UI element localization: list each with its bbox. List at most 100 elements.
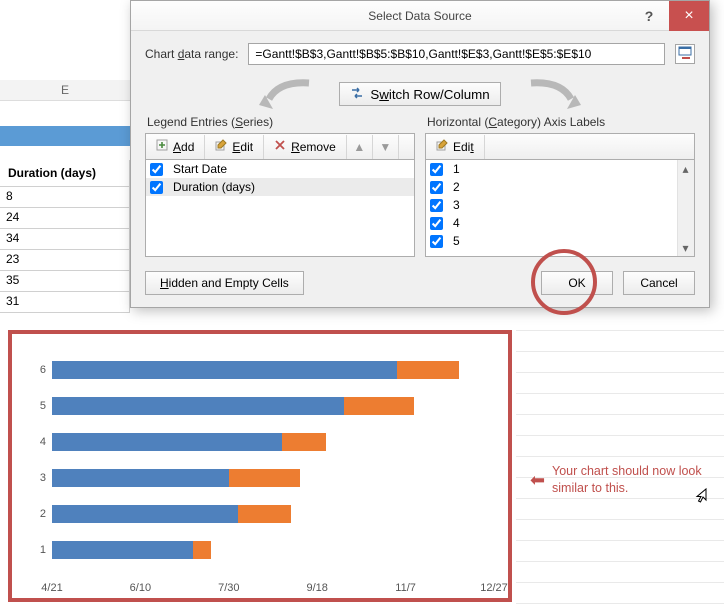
switch-label: Switch Row/Column <box>370 87 489 102</box>
series-label: Duration (days) <box>173 180 255 194</box>
bar-row <box>52 397 494 415</box>
btn-text: Edit <box>232 140 253 154</box>
axis-checkbox[interactable] <box>430 235 443 248</box>
edit-icon <box>436 139 448 154</box>
cell: 34 <box>0 228 130 250</box>
series-item[interactable]: Duration (days) <box>146 178 414 196</box>
series-listbox[interactable]: Start Date Duration (days) <box>145 159 415 257</box>
switch-row-column-button[interactable]: Switch Row/Column <box>339 82 500 106</box>
range-picker-button[interactable] <box>675 44 695 64</box>
x-tick-label: 4/21 <box>41 582 62 594</box>
x-tick-label: 11/7 <box>395 582 416 594</box>
data-range-label: Chart data range: <box>145 47 238 61</box>
move-down-button[interactable]: ▼ <box>373 135 399 159</box>
edit-icon <box>215 139 227 154</box>
btn-text: Edit <box>453 140 474 154</box>
scroll-up-icon[interactable]: ▴ <box>677 160 694 177</box>
cell: 8 <box>0 186 130 208</box>
column-header-e: E <box>0 80 130 101</box>
gantt-chart-preview: 1 2 3 4 5 6 4/21 6/10 7/30 9/18 11/7 12/27 <box>8 330 512 602</box>
bar-segment-start-date <box>52 541 193 559</box>
y-tick-label: 2 <box>26 508 46 520</box>
cell: 35 <box>0 270 130 292</box>
bar-row <box>52 541 494 559</box>
cell: 23 <box>0 249 130 271</box>
axis-label: 3 <box>453 198 460 212</box>
axis-item[interactable]: 4 <box>426 214 694 232</box>
series-item[interactable]: Start Date <box>146 160 414 178</box>
cursor-icon <box>692 487 708 508</box>
switch-icon <box>350 86 364 103</box>
axis-checkbox[interactable] <box>430 217 443 230</box>
axis-label: 1 <box>453 162 460 176</box>
scroll-down-icon[interactable]: ▾ <box>677 239 694 256</box>
series-checkbox[interactable] <box>150 163 163 176</box>
bar-segment-start-date <box>52 361 397 379</box>
btn-text: Add <box>173 140 194 154</box>
bar-segment-duration <box>282 433 326 451</box>
bar-segment-duration <box>193 541 211 559</box>
dialog-title: Select Data Source <box>368 9 471 23</box>
x-tick-label: 12/27 <box>480 582 508 594</box>
legend-entries-pane: Legend Entries (Series) Add Edit Remove <box>145 113 415 257</box>
axis-checkbox[interactable] <box>430 199 443 212</box>
axis-toolbar: Edit <box>425 133 695 159</box>
axis-item[interactable]: 5 <box>426 232 694 250</box>
annotation-arrow-icon: ⬅ <box>530 470 545 491</box>
bar-segment-start-date <box>52 469 229 487</box>
add-icon <box>156 139 168 154</box>
y-tick-label: 6 <box>26 364 46 376</box>
axis-label: 5 <box>453 234 460 248</box>
range-picker-icon <box>678 46 692 63</box>
y-tick-label: 1 <box>26 544 46 556</box>
legend-entries-title: Legend Entries (Series) <box>145 113 415 133</box>
bar-row <box>52 469 494 487</box>
axis-listbox[interactable]: 1 2 3 4 5 ▴ ▾ <box>425 159 695 257</box>
axis-item[interactable]: 3 <box>426 196 694 214</box>
selected-header-bar <box>0 126 130 146</box>
curved-arrow-left-icon <box>259 79 319 109</box>
series-checkbox[interactable] <box>150 181 163 194</box>
y-tick-label: 4 <box>26 436 46 448</box>
bar-row <box>52 505 494 523</box>
cell: 31 <box>0 291 130 313</box>
bar-row <box>52 361 494 379</box>
data-range-input[interactable] <box>248 43 665 65</box>
close-button[interactable]: × <box>669 1 709 31</box>
x-tick-label: 6/10 <box>130 582 151 594</box>
bar-segment-duration <box>238 505 291 523</box>
axis-item[interactable]: 1 <box>426 160 694 178</box>
y-tick-label: 5 <box>26 400 46 412</box>
x-tick-label: 9/18 <box>306 582 327 594</box>
bar-segment-start-date <box>52 505 238 523</box>
help-button[interactable]: ? <box>629 1 669 31</box>
bar-segment-duration <box>397 361 459 379</box>
select-data-source-dialog: Select Data Source ? × Chart data range: <box>130 0 710 308</box>
edit-axis-button[interactable]: Edit <box>426 135 485 159</box>
x-tick-label: 7/30 <box>218 582 239 594</box>
axis-labels-title: Horizontal (Category) Axis Labels <box>425 113 695 133</box>
move-up-button[interactable]: ▲ <box>347 135 373 159</box>
add-series-button[interactable]: Add <box>146 135 205 159</box>
cancel-button[interactable]: Cancel <box>623 271 695 295</box>
cell: 24 <box>0 207 130 229</box>
ok-button[interactable]: OK <box>541 271 613 295</box>
edit-series-button[interactable]: Edit <box>205 135 264 159</box>
axis-checkbox[interactable] <box>430 181 443 194</box>
btn-text: Remove <box>291 140 336 154</box>
remove-icon <box>274 139 286 154</box>
hidden-cells-button[interactable]: Hidden and Empty Cells <box>145 271 304 295</box>
scrollbar[interactable]: ▴ ▾ <box>677 160 694 256</box>
annotation-text: Your chart should now look similar to th… <box>552 463 712 497</box>
dialog-titlebar[interactable]: Select Data Source ? × <box>131 1 709 31</box>
bar-segment-start-date <box>52 397 344 415</box>
bar-segment-duration <box>344 397 415 415</box>
legend-toolbar: Add Edit Remove ▲ ▼ <box>145 133 415 159</box>
series-label: Start Date <box>173 162 227 176</box>
axis-item[interactable]: 2 <box>426 178 694 196</box>
remove-series-button[interactable]: Remove <box>264 135 347 159</box>
bar-segment-duration <box>229 469 300 487</box>
y-tick-label: 3 <box>26 472 46 484</box>
axis-checkbox[interactable] <box>430 163 443 176</box>
axis-label: 2 <box>453 180 460 194</box>
